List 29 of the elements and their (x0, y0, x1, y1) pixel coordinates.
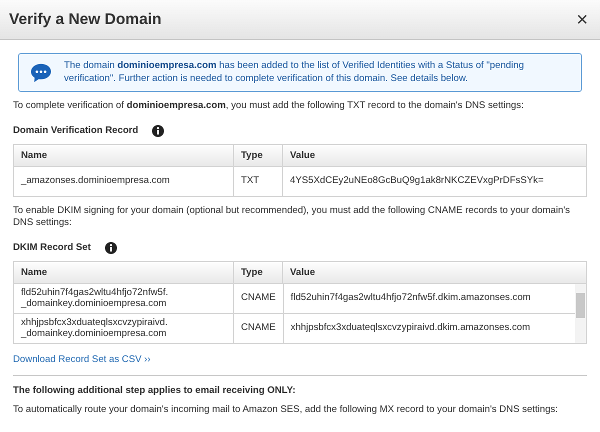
column-header: Type (234, 144, 282, 166)
column-header: Value (282, 262, 586, 282)
scrollbar[interactable] (575, 284, 586, 342)
window-title: Verify a New Domain (9, 10, 162, 28)
column-header: Type (234, 262, 282, 282)
table-cell: xhhjpsbfcx3xduateqlsxcvzypiraivd.dkim.amazonses.com (283, 313, 575, 342)
table-cell: _amazonses.dominioempresa.com (14, 166, 234, 196)
section-heading: The following additional step applies to email receiving ONLY: (13, 384, 297, 396)
instruction-text: To enable DKIM signing for your domain (optional but recommended), you must add the following CNAME records to your domain's DNS settings: (13, 204, 571, 230)
section-title: DKIM Record Set (13, 242, 91, 253)
instruction-text: To automatically route your domain's incoming mail to Amazon SES, add the following MX record to your domain's DNS settings: (13, 404, 559, 416)
instruction-text: To complete verification of dominioempresa.com, you must add the following TXT record to the domain's DNS settings: (13, 100, 525, 112)
table-cell: TXT (234, 166, 282, 196)
close-button[interactable]: × (572, 10, 592, 30)
table-cell: fld52uhin7f4gas2wltu4hfjo72nfw5f. _domainkey.dominioempresa.com (14, 284, 234, 313)
column-header: Name (14, 144, 234, 166)
notice-text: The domain dominioempresa.com has been added to the list of Verified Identities with a Status of "pending verification". Further action is needed to complete verification of this domain. See details below. (64, 60, 525, 85)
section-title: Domain Verification Record (13, 125, 138, 136)
column-header: Value (282, 144, 586, 166)
info-icon[interactable] (104, 242, 117, 254)
table-cell: 4YS5XdCEy2uNEo8GcBuQ9g1ak8rNKCZEVxgPrDFsSYk= (282, 166, 586, 196)
info-icon[interactable] (152, 124, 164, 136)
table-cell: CNAME (234, 284, 284, 313)
chat-bubble-icon (30, 62, 52, 82)
table-cell: fld52uhin7f4gas2wltu4hfjo72nfw5f.dkim.amazonses.com (283, 284, 575, 313)
download-csv-link[interactable]: Download Record Set as CSV ›› (13, 354, 151, 364)
column-header: Name (14, 262, 234, 282)
table-cell: CNAME (234, 313, 284, 342)
table-cell: xhhjpsbfcx3xduateqlsxcvzypiraivd. _domainkey.dominioempresa.com (14, 313, 234, 342)
